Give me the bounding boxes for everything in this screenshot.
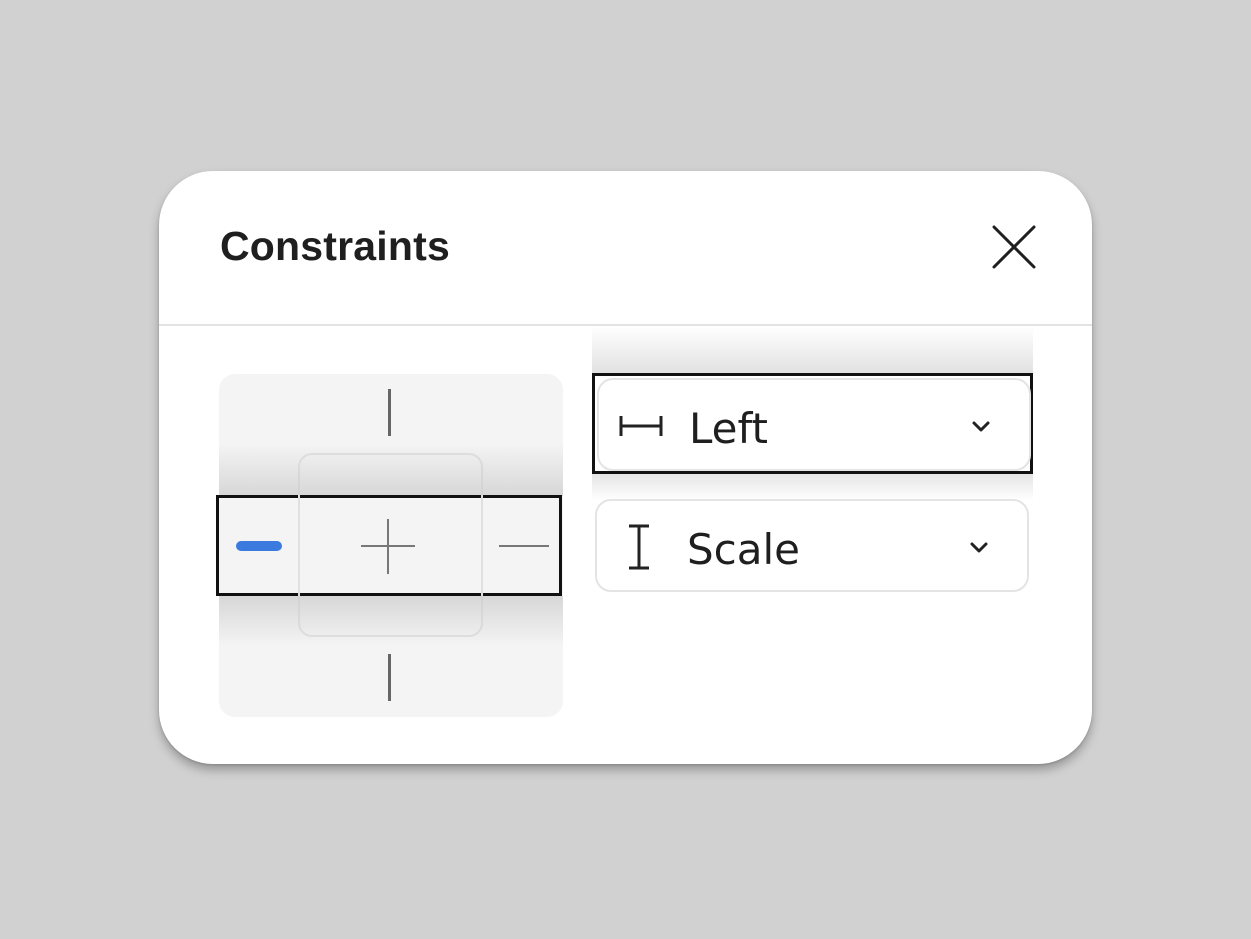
constraint-left-handle[interactable] [236, 541, 282, 551]
constraints-dialog: Constraints Left Scale [159, 171, 1092, 764]
constraint-top-handle[interactable] [388, 389, 391, 436]
chevron-down-icon [972, 421, 990, 432]
horizontal-constraint-value: Left [689, 404, 769, 453]
vertical-constraint-dropdown[interactable]: Scale [595, 499, 1029, 592]
highlight-fade-top [219, 444, 563, 496]
horizontal-constraint-row [216, 495, 562, 596]
constraint-dropdowns: Left Scale [592, 326, 1033, 656]
horizontal-pin-icon [619, 416, 663, 436]
vertical-scale-icon [629, 524, 649, 570]
constraint-right-handle[interactable] [499, 545, 549, 547]
plus-icon [361, 519, 415, 574]
dropdown-fade-bottom [592, 471, 1033, 501]
dropdown-fade-top [592, 326, 1033, 374]
close-button[interactable] [990, 223, 1038, 271]
highlight-fade-bottom [219, 596, 563, 646]
constraint-center-handle[interactable] [361, 516, 419, 576]
constraint-bottom-handle[interactable] [388, 654, 391, 701]
vertical-constraint-value: Scale [687, 525, 800, 574]
horizontal-dropdown-highlight: Left [592, 373, 1033, 474]
horizontal-constraint-dropdown[interactable]: Left [597, 378, 1031, 471]
dialog-title: Constraints [220, 223, 451, 269]
close-icon [992, 225, 1036, 269]
chevron-down-icon [970, 542, 988, 553]
constraint-widget [216, 374, 563, 717]
